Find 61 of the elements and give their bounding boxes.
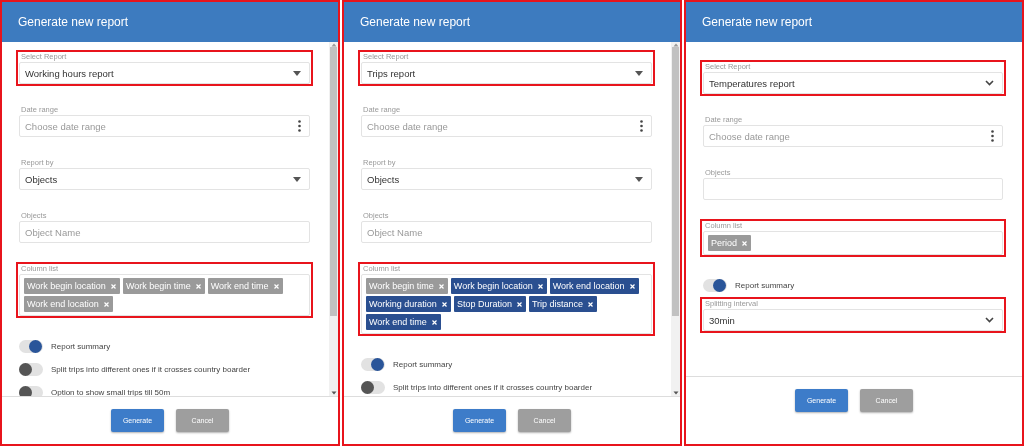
input-field[interactable]: Object Name bbox=[361, 221, 652, 243]
caret-icon bbox=[293, 70, 301, 76]
toggle-switch[interactable] bbox=[19, 340, 43, 353]
dialog-title: Generate new report bbox=[360, 15, 471, 29]
select-field[interactable]: Trips report bbox=[361, 62, 652, 84]
toggle-label: Report summary bbox=[51, 342, 111, 351]
toggle-label: Option to show small trips till 50m bbox=[51, 388, 171, 396]
column-chip[interactable]: Trip distance bbox=[528, 296, 598, 312]
date-range-field[interactable]: Choose date range bbox=[19, 115, 310, 137]
toggle-switch[interactable] bbox=[703, 279, 727, 292]
more-icon bbox=[991, 130, 994, 142]
column-chip[interactable]: Work begin location bbox=[24, 278, 120, 294]
select-field[interactable]: Temperatures report bbox=[703, 72, 1003, 94]
toggle-switch[interactable] bbox=[19, 386, 43, 396]
remove-icon[interactable] bbox=[537, 283, 543, 289]
scrollbar[interactable] bbox=[329, 42, 338, 396]
column-chip[interactable]: Work begin time bbox=[122, 278, 205, 294]
chevron-down-icon bbox=[985, 317, 994, 323]
column-list-field[interactable]: Work begin location Work begin time Work end time Work end location bbox=[19, 274, 310, 316]
column-chip[interactable]: Work begin location bbox=[450, 278, 547, 294]
remove-icon[interactable] bbox=[629, 283, 635, 289]
column-chip[interactable]: Period bbox=[708, 235, 751, 251]
select-field[interactable]: Objects bbox=[361, 168, 652, 190]
column-list-field[interactable]: Period bbox=[703, 231, 1003, 255]
column-chip[interactable]: Work end time bbox=[207, 278, 283, 294]
remove-icon[interactable] bbox=[431, 319, 437, 325]
toggle-switch[interactable] bbox=[361, 381, 385, 394]
input-field[interactable] bbox=[703, 178, 1003, 200]
column-list-field[interactable]: Work begin time Work begin location Work end location Working duration Stop Duration Trip distance Work end time bbox=[361, 274, 652, 334]
column-chip[interactable]: Working duration bbox=[366, 296, 451, 312]
more-icon bbox=[640, 120, 643, 132]
toggle-label: Report summary bbox=[393, 360, 453, 369]
column-chip[interactable]: Work end location bbox=[24, 296, 113, 312]
toggle-switch[interactable] bbox=[361, 358, 385, 371]
dialog-title: Generate new report bbox=[702, 15, 813, 29]
column-chip[interactable]: Stop Duration bbox=[453, 296, 526, 312]
select-field[interactable]: Objects bbox=[19, 168, 310, 190]
scroll-down-icon[interactable] bbox=[329, 391, 338, 396]
date-range-field[interactable]: Choose date range bbox=[703, 125, 1003, 147]
dialog-title: Generate new report bbox=[18, 15, 129, 29]
toggle-label: Report summary bbox=[735, 281, 795, 290]
toggle-switch[interactable] bbox=[19, 363, 43, 376]
column-chip[interactable]: Work end location bbox=[549, 278, 639, 294]
column-chip[interactable]: Work end time bbox=[366, 314, 441, 330]
caret-icon bbox=[635, 70, 643, 76]
input-field[interactable]: Object Name bbox=[19, 221, 310, 243]
chevron-down-icon bbox=[985, 80, 994, 86]
date-range-field[interactable]: Choose date range bbox=[361, 115, 652, 137]
caret-icon bbox=[635, 176, 643, 182]
remove-icon[interactable] bbox=[516, 301, 522, 307]
column-chip[interactable]: Work begin time bbox=[366, 278, 448, 294]
select-field[interactable]: Working hours report bbox=[19, 62, 310, 84]
remove-icon[interactable] bbox=[588, 301, 594, 307]
caret-icon bbox=[293, 176, 301, 182]
select-field[interactable]: 30min bbox=[703, 309, 1003, 331]
remove-icon[interactable] bbox=[441, 301, 447, 307]
toggle-label: Split trips into different ones if it crosses country boarder bbox=[51, 365, 251, 374]
more-icon bbox=[298, 120, 301, 132]
scroll-down-icon[interactable] bbox=[671, 391, 680, 396]
toggle-label: Split trips into different ones if it crosses country boarder bbox=[393, 383, 593, 392]
scrollbar[interactable] bbox=[671, 42, 680, 396]
